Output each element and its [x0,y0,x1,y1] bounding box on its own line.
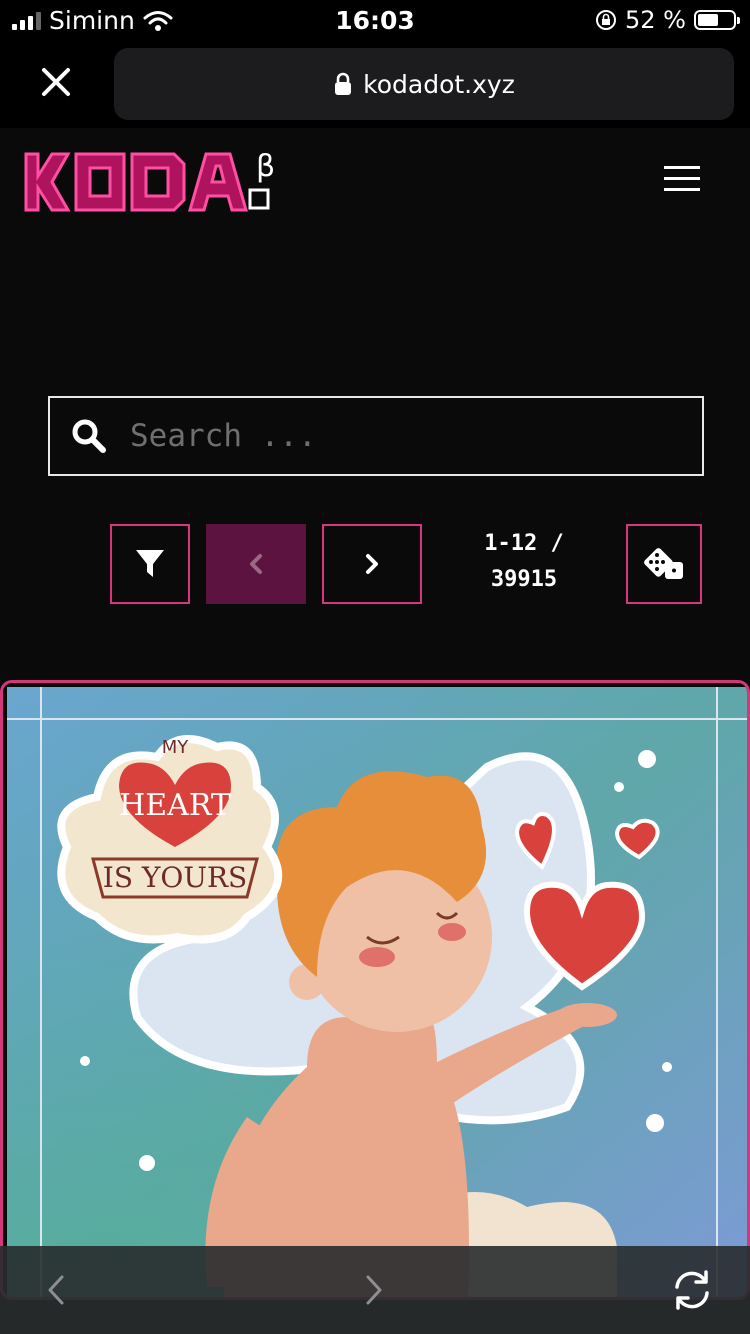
site-logo[interactable]: β [24,148,284,218]
page-counter: 1-12 / 39915 [448,526,600,598]
forward-button[interactable] [350,1266,398,1314]
reload-button[interactable] [668,1266,716,1314]
random-button[interactable] [626,524,702,604]
filter-icon [136,550,164,577]
search-input[interactable] [128,417,652,455]
page-total: 39915 [490,567,558,592]
browser-toolbar [0,1246,750,1334]
nft-artwork: MY HEART IS YOURS [7,687,747,1297]
browser-chrome: kodadot.xyz [0,44,750,128]
search-icon [72,419,106,453]
battery-percent: 52 % [625,6,686,34]
status-bar: Siminn 16:03 52 % [0,0,750,44]
reload-icon [675,1270,709,1310]
address-bar[interactable]: kodadot.xyz [114,48,734,120]
hamburger-icon[interactable] [664,166,700,192]
nft-card[interactable]: MY HEART IS YOURS [0,680,750,1300]
sticker-text-line2: HEART [119,788,231,823]
battery-icon [694,10,740,30]
logo-badge: β [256,149,275,184]
sticker-text-line1: MY [162,737,190,758]
page-range: 1-12 / [484,531,564,556]
sticker-text-line3: IS YOURS [103,861,247,894]
url-text: kodadot.xyz [363,69,515,99]
chevron-right-icon [366,1275,382,1305]
back-button[interactable] [32,1266,80,1314]
next-page-button[interactable] [322,524,422,604]
lock-icon [335,72,352,95]
search-box [48,396,704,476]
chevron-left-icon [48,1275,64,1305]
close-icon[interactable] [36,62,76,102]
chevron-right-icon [366,554,378,574]
status-right: 52 % [595,6,740,34]
chevron-left-icon [250,554,262,574]
prev-page-button[interactable] [206,524,306,604]
dice-icon [644,548,683,579]
orientation-lock-icon [596,10,617,30]
filter-button[interactable] [110,524,190,604]
